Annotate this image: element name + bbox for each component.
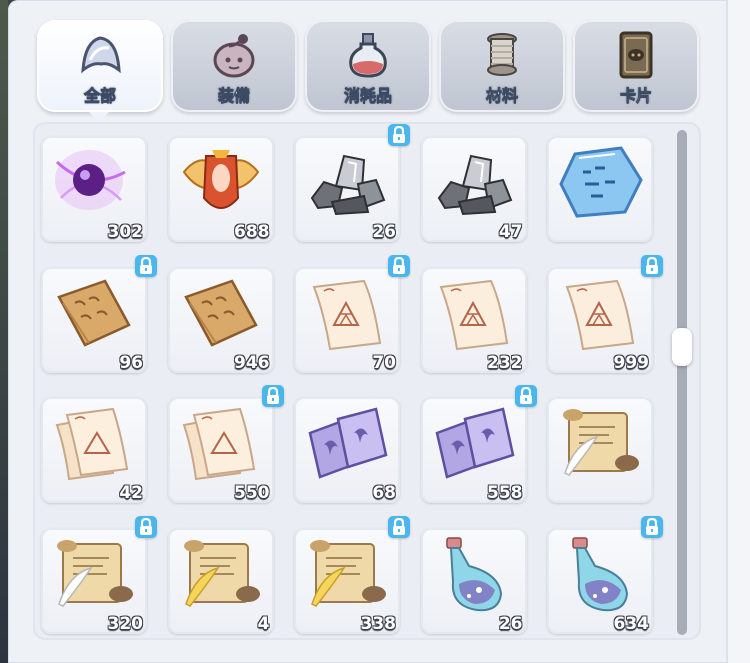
item-quantity: 47 [498,222,523,242]
inventory-slot[interactable]: 26 [420,527,527,634]
paper-scroll-icon [429,273,519,353]
paper-stack-icon [49,403,139,483]
potion-icon [343,30,393,80]
inventory-slot[interactable]: 688 [167,136,274,242]
card-icon [611,30,661,80]
paper-scroll-icon [555,273,645,353]
inventory-slot[interactable]: 70 [294,254,410,373]
lock-icon[interactable] [388,124,410,146]
item-quantity: 26 [372,222,396,242]
quill-scroll-icon [555,403,645,483]
panel-border [726,0,750,663]
item-quantity: 42 [119,483,143,503]
inventory-slot[interactable]: 550 [167,385,284,503]
lock-icon[interactable] [135,515,157,538]
inventory-slot[interactable] [547,136,653,242]
scrollbar-thumb[interactable] [672,328,692,366]
potion-bottle-icon [555,534,645,614]
tab-label: 消耗品 [343,86,393,106]
silver-ore-icon [302,142,392,222]
scrollbar-track[interactable] [677,130,687,635]
item-quantity: 68 [372,483,396,503]
quill-scroll-icon [49,534,139,614]
tab-label: 材料 [485,86,519,106]
lock-icon[interactable] [388,254,410,277]
lock-icon[interactable] [514,385,537,407]
inventory-slot[interactable] [547,397,653,503]
tab-all[interactable]: 全部 [37,20,163,122]
lock-icon[interactable] [641,254,663,277]
lock-icon[interactable] [641,515,663,538]
paper-scroll-icon [302,273,392,353]
item-quantity: 302 [107,222,144,242]
gold-quill-scroll-icon [302,534,392,614]
equipment-icon [209,30,259,80]
item-quantity: 338 [360,613,397,634]
tab-label: 卡片 [619,86,653,106]
inventory-slot[interactable]: 68 [294,397,400,503]
all-items-icon [75,30,125,80]
lock-icon[interactable] [135,254,157,277]
lock-icon[interactable] [388,515,410,538]
inventory-slot[interactable]: 42 [41,397,147,503]
item-quantity: 634 [613,613,650,634]
inventory-slot[interactable]: 4 [167,527,274,634]
winged-crest-icon [176,142,266,222]
tab-consumables[interactable]: 消耗品 [305,20,431,112]
category-tabs: 全部 装備 消耗品 材料 卡片 [37,20,707,122]
thread-spool-icon [477,30,527,80]
inventory-slot[interactable]: 320 [41,515,157,634]
item-quantity: 4 [257,613,270,634]
purple-orb-icon [49,142,139,222]
inventory-slot[interactable]: 999 [547,254,663,373]
silver-ore-icon [429,142,519,222]
background-edge [0,0,8,663]
potion-bottle-icon [429,534,519,614]
item-quantity: 320 [107,613,144,634]
wooden-tablet-icon [176,273,266,353]
item-quantity: 232 [487,352,523,373]
item-quantity: 26 [498,613,523,634]
item-quantity: 558 [487,483,523,503]
inventory-slot[interactable]: 26 [294,124,410,242]
blue-rune-stone-icon [555,142,645,222]
inventory-slot[interactable]: 558 [420,385,537,503]
tab-label: 全部 [83,86,117,106]
paper-stack-icon [176,403,266,483]
tab-equipment[interactable]: 装備 [171,20,297,112]
item-quantity: 999 [613,352,650,373]
tab-label: 装備 [217,86,251,106]
item-quantity: 688 [234,222,270,242]
lock-icon[interactable] [261,385,284,407]
inventory-slot[interactable]: 47 [420,136,527,242]
inventory-slot[interactable]: 634 [547,515,663,634]
gold-quill-scroll-icon [176,534,266,614]
inventory-slot[interactable]: 96 [41,254,157,373]
item-quantity: 550 [234,483,270,503]
inventory-slot[interactable]: 946 [167,266,274,373]
item-quantity: 70 [372,352,396,373]
wooden-tablet-icon [49,273,139,353]
inventory-slot[interactable]: 302 [41,136,147,242]
inventory-slot[interactable]: 232 [420,266,527,373]
tab-cards[interactable]: 卡片 [573,20,699,112]
purple-card-stack-icon [302,403,392,483]
tab-materials[interactable]: 材料 [439,20,565,112]
item-quantity: 946 [234,352,270,373]
inventory-slot[interactable]: 338 [294,515,410,634]
purple-card-stack-icon [429,403,519,483]
item-quantity: 96 [119,352,143,373]
